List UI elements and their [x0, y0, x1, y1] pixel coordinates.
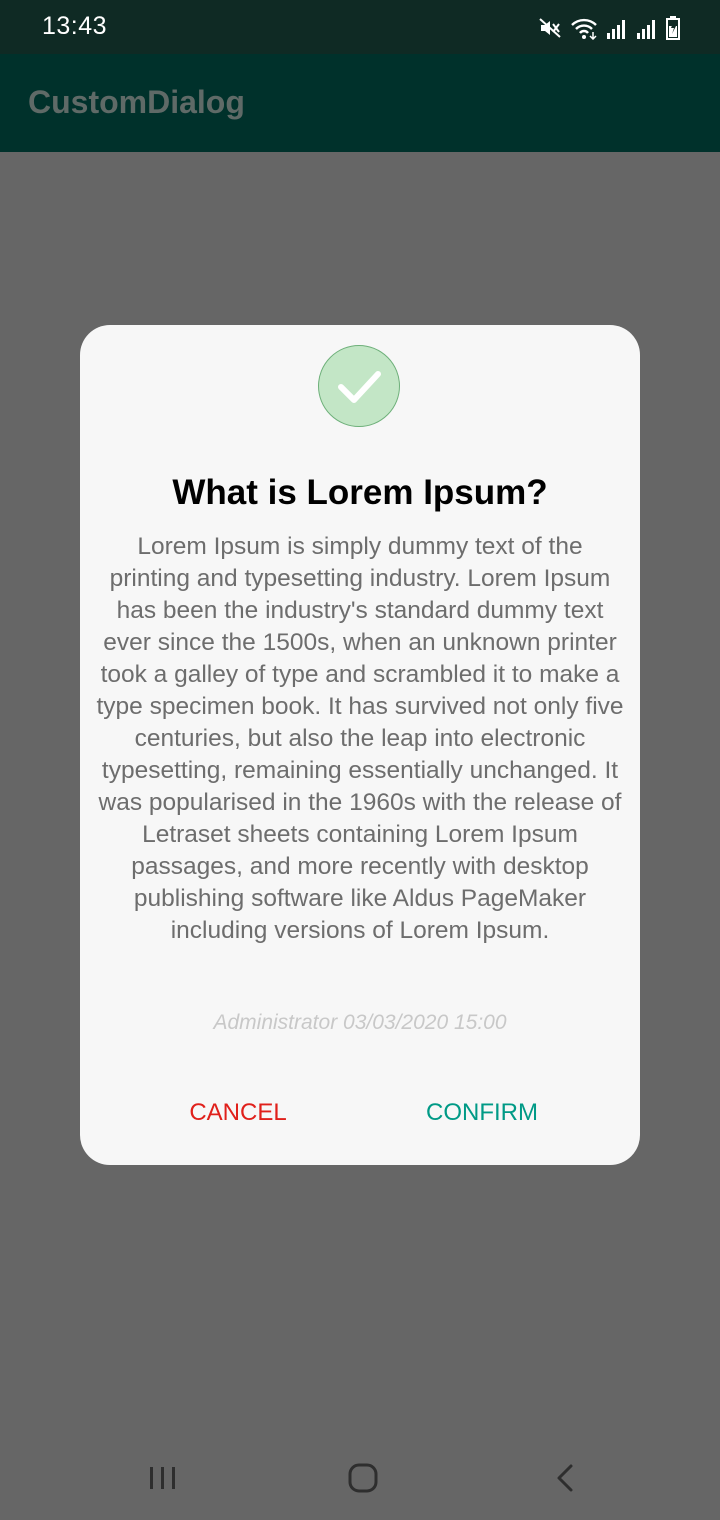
mute-icon: [538, 16, 562, 40]
home-icon[interactable]: [342, 1458, 386, 1498]
back-icon[interactable]: [544, 1458, 588, 1498]
status-icons: [538, 14, 680, 40]
battery-icon: [666, 16, 680, 40]
app-bar: CustomDialog: [0, 54, 720, 152]
check-icon: [318, 345, 400, 427]
signal-icon: [636, 18, 658, 40]
status-bar: 13:43: [0, 0, 720, 54]
status-time: 13:43: [42, 12, 108, 40]
dialog-title: What is Lorem Ipsum?: [172, 473, 548, 512]
wifi-icon: [570, 16, 598, 40]
dialog-message: Lorem Ipsum is simply dummy text of the …: [96, 533, 624, 944]
confirm-button[interactable]: CONFIRM: [416, 1095, 548, 1131]
system-nav-bar: [0, 1436, 720, 1520]
recents-icon[interactable]: [141, 1458, 185, 1498]
dialog-author-timestamp: Administrator 03/03/2020 15:00: [213, 1011, 507, 1034]
custom-dialog: What is Lorem Ipsum? Lorem Ipsum is simp…: [80, 325, 640, 1165]
signal-icon: [606, 18, 628, 40]
app-title: CustomDialog: [28, 84, 245, 120]
cancel-button[interactable]: CANCEL: [180, 1095, 296, 1131]
